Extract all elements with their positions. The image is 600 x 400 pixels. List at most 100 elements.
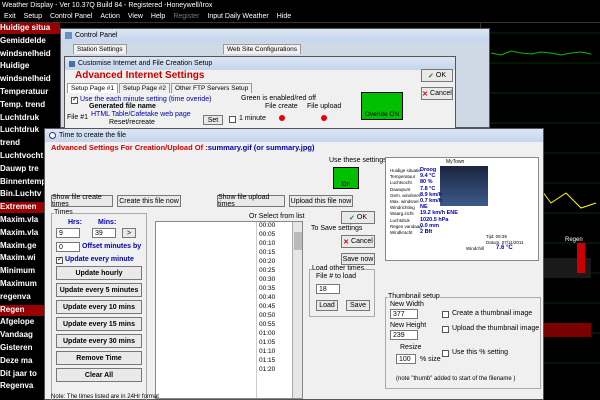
app-title: Weather Display - Ver 10.37Q Build 84 - …	[2, 2, 213, 9]
minutes-spinner[interactable]: 39	[92, 228, 116, 238]
preview-row-value: 80 %	[420, 179, 433, 186]
use-pct-checkbox[interactable]	[442, 350, 449, 357]
list-item[interactable]: 01:10	[257, 348, 292, 357]
offset-spinner[interactable]: 0	[56, 242, 80, 252]
show-create-times-button[interactable]: Show file create times	[51, 194, 113, 208]
menu-item-help[interactable]: Help	[147, 13, 169, 20]
preview-windchill-value: 7.6 °C	[496, 245, 513, 251]
create-now-button[interactable]: Create this file now	[117, 195, 181, 207]
times-list-scrollbar[interactable]	[292, 222, 302, 398]
resize-spinner[interactable]: 100	[396, 354, 416, 364]
list-item[interactable]: 00:35	[257, 285, 292, 294]
load-other-label: Load other times	[312, 265, 365, 272]
save-now-button[interactable]: Save now	[341, 253, 375, 265]
list-item[interactable]: 01:15	[257, 357, 292, 366]
list-item[interactable]: 00:40	[257, 294, 292, 303]
main-titlebar: Weather Display - Ver 10.37Q Build 84 - …	[0, 0, 600, 11]
clock-icon	[49, 132, 56, 139]
new-height-input[interactable]: 239	[390, 330, 418, 340]
time-dialog-heading: Advanced Settings For Creation/Upload Of…	[51, 143, 315, 152]
cancel-label: Cancel	[351, 238, 373, 245]
list-item[interactable]: 00:55	[257, 321, 292, 330]
time-action-button[interactable]: Update every 5 minutes	[56, 283, 142, 297]
load-other-group: Load other times File # to load 18 Load …	[309, 265, 375, 317]
menu-item-view[interactable]: View	[124, 13, 147, 20]
scroll-thumb[interactable]	[294, 232, 302, 250]
hrs-label: Hrs:	[68, 219, 83, 226]
time-action-button[interactable]: Clear All	[56, 368, 142, 382]
menu-item-setup[interactable]: Setup	[20, 13, 46, 20]
list-item[interactable]: 00:00	[257, 222, 292, 231]
show-upload-times-button[interactable]: Show file upload times	[217, 194, 285, 208]
upload-thumb-checkbox[interactable]	[442, 326, 449, 333]
new-width-input[interactable]: 377	[390, 309, 418, 319]
list-item[interactable]: 00:10	[257, 240, 292, 249]
one-minute-label: 1 minute	[239, 115, 266, 122]
update-every-minute-checkbox[interactable]	[56, 255, 63, 264]
thumbnail-setup-label: Thumbnail setup	[388, 293, 440, 300]
list-item[interactable]: 00:45	[257, 303, 292, 312]
time-action-button[interactable]: Update every 10 mins	[56, 300, 142, 314]
regen-chart-label: Regen	[565, 237, 583, 243]
preview-row-value: 8.9 km/h	[420, 191, 443, 198]
upload-now-button[interactable]: Upload this file now	[289, 195, 353, 207]
override-indicator[interactable]: Overide ON	[361, 92, 403, 120]
customise-cancel-button[interactable]: ✕ Cancel	[421, 87, 453, 100]
times-label: Times	[54, 209, 73, 216]
tab-setup-page-1[interactable]: Setup Page #1	[67, 83, 119, 93]
hours-spinner[interactable]: 9	[56, 228, 80, 238]
load-button[interactable]: Load	[316, 300, 338, 311]
check-icon: ✓	[428, 72, 434, 80]
list-item[interactable]: 01:00	[257, 330, 292, 339]
list-item[interactable]: 00:05	[257, 231, 292, 240]
time-action-button[interactable]: Update every 30 mins	[56, 334, 142, 348]
list-item[interactable]: 00:50	[257, 312, 292, 321]
preview-image: MyTown Huidige situatie Droog Temperatuur 9…	[385, 157, 539, 261]
set-button[interactable]: Set	[203, 115, 223, 125]
file-to-load-spinner[interactable]: 18	[316, 284, 340, 294]
menu-item-exit[interactable]: Exit	[0, 13, 20, 20]
sidebar-label: windsnelheid	[0, 74, 51, 84]
create-thumb-checkbox[interactable]	[442, 311, 449, 318]
tab-other-ftp[interactable]: Other FTP Servers Setup	[171, 83, 253, 93]
list-item[interactable]: 01:20	[257, 366, 292, 375]
menu-item-input-daily-weather[interactable]: Input Daily Weather	[203, 13, 272, 20]
generated-file-name-label: Generated file name	[89, 103, 156, 110]
use-pct-label: Use this % setting	[452, 349, 509, 356]
on-label: On	[341, 181, 351, 188]
menu-item-control-panel[interactable]: Control Panel	[46, 13, 96, 20]
list-item[interactable]: 01:05	[257, 339, 292, 348]
preview-row-value: 0.7 km/h	[420, 198, 443, 204]
save-button[interactable]: Save	[346, 300, 370, 311]
list-item[interactable]: 00:30	[257, 276, 292, 285]
sidebar-label: Huidige situa	[0, 23, 60, 34]
time-action-button[interactable]: Update hourly	[56, 266, 142, 280]
to-save-label: To Save settings	[311, 225, 363, 232]
thumbnail-group: Thumbnail setup New Width 377 Create a t…	[385, 293, 541, 389]
each-minute-checkbox[interactable]	[71, 95, 78, 104]
chevron-right-icon: >	[126, 229, 132, 237]
tab-web-site-config[interactable]: Web Site Configurations	[223, 44, 301, 54]
times-listbox[interactable]: 00:00 00:05 00:10 00:15 00:20 00:25 00:30 00:35…	[256, 222, 292, 398]
use-settings-on-indicator[interactable]: On	[333, 167, 359, 189]
time-action-button[interactable]: Update every 15 mins	[56, 317, 142, 331]
tab-setup-page-2[interactable]: Setup Page #2	[119, 83, 171, 93]
list-item[interactable]: 00:15	[257, 249, 292, 258]
sidebar-label: Huidige	[0, 61, 30, 71]
advanced-internet-heading: Advanced Internet Settings	[75, 70, 205, 81]
list-item[interactable]: 00:25	[257, 267, 292, 276]
list-item[interactable]: 00:20	[257, 258, 292, 267]
time-cancel-button[interactable]: ✕ Cancel	[341, 235, 375, 248]
time-ok-button[interactable]: ✓ OK	[341, 211, 375, 224]
time-action-button[interactable]: Remove Time	[56, 351, 142, 365]
preview-row-key: Luchtvocht	[390, 180, 412, 186]
time-next-button[interactable]: >	[122, 228, 136, 238]
menu-item-register[interactable]: Register	[169, 13, 203, 20]
tab-station-settings[interactable]: Station Settings	[73, 44, 127, 54]
customise-ok-button[interactable]: ✓ OK	[421, 69, 453, 82]
one-minute-checkbox[interactable]	[229, 116, 236, 123]
menu-item-action[interactable]: Action	[96, 13, 123, 20]
each-minute-label: Use the each minute setting (time overid…	[80, 96, 212, 103]
customise-title: Customise Internet and File Creation Set…	[78, 60, 213, 67]
menu-item-hide[interactable]: Hide	[273, 13, 295, 20]
